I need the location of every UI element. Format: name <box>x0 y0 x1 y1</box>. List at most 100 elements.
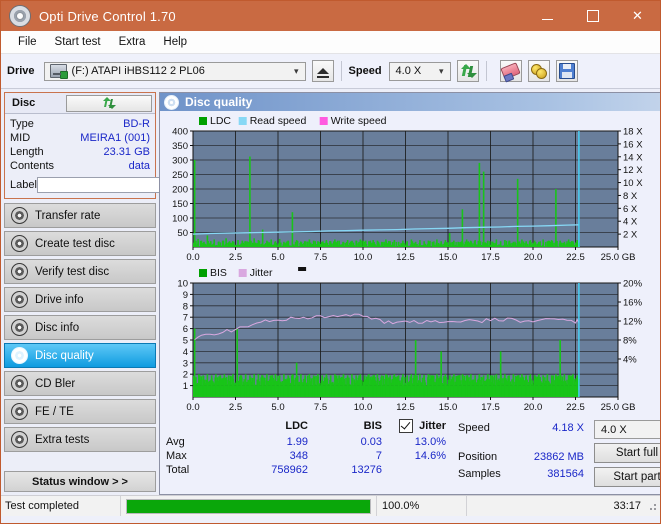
svg-text:10 X: 10 X <box>623 178 643 189</box>
sidebar-item-create-test-disc[interactable]: Create test disc <box>4 231 156 256</box>
svg-text:17.5: 17.5 <box>481 252 500 263</box>
svg-text:8 X: 8 X <box>623 191 638 202</box>
progress-cell <box>120 496 376 516</box>
eraser-icon <box>500 62 521 80</box>
svg-text:10: 10 <box>177 279 188 290</box>
menu-file[interactable]: File <box>9 33 46 51</box>
bis-chart: BIS Jitter 10 9 8 7 6 5 4 3 2 1 20% 16% 12% 8% 4% 0.0 2.5 5… <box>162 265 660 415</box>
svg-text:8%: 8% <box>623 336 637 347</box>
minimize-button[interactable] <box>525 1 570 31</box>
sidebar-item-disc-info[interactable]: Disc info <box>4 315 156 340</box>
readout-position: Position 23862 MB <box>458 448 584 465</box>
svg-text:17.5: 17.5 <box>481 402 500 413</box>
svg-text:25.0 GB: 25.0 GB <box>601 252 636 263</box>
svg-text:7: 7 <box>183 313 188 324</box>
sidebar-item-cd-bler[interactable]: CD Bler <box>4 371 156 396</box>
menu-start-test[interactable]: Start test <box>46 33 110 51</box>
disc-icon <box>11 291 28 308</box>
svg-text:9: 9 <box>183 290 188 301</box>
total-ldc-value: 758962 <box>271 464 308 476</box>
disc-refresh-button[interactable] <box>66 94 152 112</box>
disc-type-label: Type <box>10 118 34 130</box>
sidebar-item-label: Transfer rate <box>35 209 101 222</box>
drive-select[interactable]: (F:) ATAPI iHBS112 2 PL06 ▾ <box>43 61 306 81</box>
readout-position-value: 23862 MB <box>533 450 584 463</box>
sidebar-item-verify-test-disc[interactable]: Verify test disc <box>4 259 156 284</box>
erase-button[interactable] <box>499 60 522 82</box>
disc-quality-icon <box>164 94 179 110</box>
svg-text:10.0: 10.0 <box>354 402 373 413</box>
speed-label: Speed <box>348 65 382 77</box>
disc-panel-title: Disc <box>12 97 36 109</box>
sidebar-item-label: Extra tests <box>35 433 90 446</box>
save-button[interactable] <box>555 60 578 82</box>
avg-ldc-value: 1.99 <box>286 436 308 448</box>
svg-text:Write speed: Write speed <box>331 115 387 127</box>
main-body: Disc Type BD-R MID MEIRA1 (001) Length 2… <box>1 89 660 495</box>
max-ldc-value: 348 <box>289 450 308 462</box>
resize-grip[interactable] <box>646 500 658 512</box>
jitter-checkbox[interactable] <box>399 419 414 433</box>
quality-button[interactable] <box>527 60 550 82</box>
svg-text:200: 200 <box>172 185 188 196</box>
sidebar-item-drive-info[interactable]: Drive info <box>4 287 156 312</box>
sidebar-item-transfer-rate[interactable]: Transfer rate <box>4 203 156 228</box>
sidebar-item-label: Verify test disc <box>35 265 110 278</box>
refresh-icon <box>460 64 477 78</box>
toolbar-divider-2 <box>485 61 487 81</box>
svg-text:10.0: 10.0 <box>354 252 373 263</box>
readout-samples-label: Samples <box>458 467 501 480</box>
disc-icon <box>11 347 28 364</box>
disc-label-row: Label <box>10 176 226 194</box>
test-speed-select[interactable]: 4.0 X ▾ <box>594 420 660 439</box>
chevron-down-icon: ▾ <box>294 65 299 76</box>
sidebar-item-label: Drive info <box>35 293 84 306</box>
eject-button[interactable] <box>311 60 334 82</box>
toolbar-divider-1 <box>340 61 342 81</box>
sidebar-item-extra-tests[interactable]: Extra tests <box>4 427 156 452</box>
menu-extra[interactable]: Extra <box>110 33 155 51</box>
maximize-button[interactable] <box>570 1 615 31</box>
drive-select-value: (F:) ATAPI iHBS112 2 PL06 <box>71 65 205 77</box>
speed-select[interactable]: 4.0 X ▾ <box>388 61 451 81</box>
svg-text:18 X: 18 X <box>623 127 643 138</box>
error-stats-table: LDC BIS Jitter Avg 1.99 0.03 13.0% Max 3… <box>160 419 452 487</box>
svg-text:300: 300 <box>172 156 188 167</box>
sidebar-item-fe-te[interactable]: FE / TE <box>4 399 156 424</box>
svg-text:22.5: 22.5 <box>566 252 585 263</box>
svg-text:12.5: 12.5 <box>396 252 415 263</box>
start-part-button[interactable]: Start part <box>594 467 660 487</box>
disc-length-value: 23.31 GB <box>103 146 150 158</box>
sidebar-item-label: CD Bler <box>35 377 76 390</box>
jitter-label: Jitter <box>419 420 446 432</box>
svg-text:0.0: 0.0 <box>186 402 199 413</box>
sidebar-item-disc-quality[interactable]: Disc quality <box>4 343 156 368</box>
svg-text:3: 3 <box>183 358 188 369</box>
readout-values: Speed 4.18 X Position 23862 MB Samples 3… <box>458 419 584 487</box>
svg-text:15.0: 15.0 <box>439 252 458 263</box>
disc-icon <box>11 207 28 224</box>
refresh-icon <box>103 97 116 109</box>
svg-text:25.0 GB: 25.0 GB <box>601 402 636 413</box>
svg-text:5.0: 5.0 <box>271 402 284 413</box>
disc-icon <box>11 319 28 336</box>
svg-text:400: 400 <box>172 127 188 138</box>
svg-text:5: 5 <box>183 336 188 347</box>
content-area: Disc quality LDC Read speed Write speed 400… <box>159 89 660 495</box>
start-full-button[interactable]: Start full <box>594 443 660 463</box>
status-bar: Test completed 100.0% 33:17 <box>1 495 660 516</box>
status-window-button[interactable]: Status window > > <box>4 471 156 492</box>
drive-toolbar: Drive (F:) ATAPI iHBS112 2 PL06 ▾ Speed … <box>1 54 660 89</box>
title-bar: Opti Drive Control 1.70 ✕ <box>1 1 660 31</box>
close-icon[interactable]: ✕ <box>615 1 660 31</box>
svg-text:7.5: 7.5 <box>314 402 327 413</box>
sidebar: Disc Type BD-R MID MEIRA1 (001) Length 2… <box>1 89 226 495</box>
menu-help[interactable]: Help <box>154 33 196 51</box>
disc-type-value: BD-R <box>123 118 150 130</box>
svg-text:16 X: 16 X <box>623 139 643 150</box>
svg-text:4: 4 <box>183 347 188 358</box>
refresh-button[interactable] <box>456 60 479 82</box>
table-row: Total 758962 13276 <box>166 463 452 477</box>
svg-text:150: 150 <box>172 199 188 210</box>
